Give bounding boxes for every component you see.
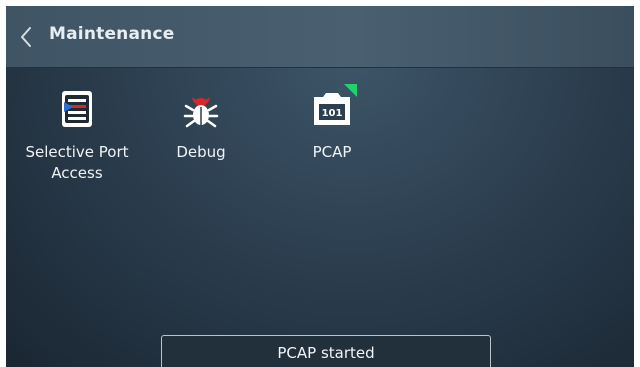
header-bar: Maintenance: [6, 6, 634, 68]
screen: Maintenance Selective Port Access Debug …: [6, 6, 634, 367]
app-pcap[interactable]: 101 PCAP: [292, 84, 372, 163]
app-label: Debug: [176, 143, 226, 161]
bug-icon: [176, 84, 226, 134]
app-label: Selective Port Access: [25, 143, 129, 182]
back-button[interactable]: [12, 22, 40, 52]
app-selective-port-access[interactable]: Selective Port Access: [12, 84, 142, 184]
app-debug[interactable]: Debug: [161, 84, 241, 163]
pcap-icon-text: 101: [322, 108, 343, 119]
chevron-left-icon: [21, 27, 31, 47]
pcap-icon: 101: [307, 84, 357, 134]
page-title: Maintenance: [49, 24, 175, 44]
status-flag-icon: [344, 84, 357, 97]
port-access-icon: [52, 84, 102, 134]
app-label: PCAP: [312, 143, 352, 161]
status-toast: PCAP started: [161, 335, 491, 367]
